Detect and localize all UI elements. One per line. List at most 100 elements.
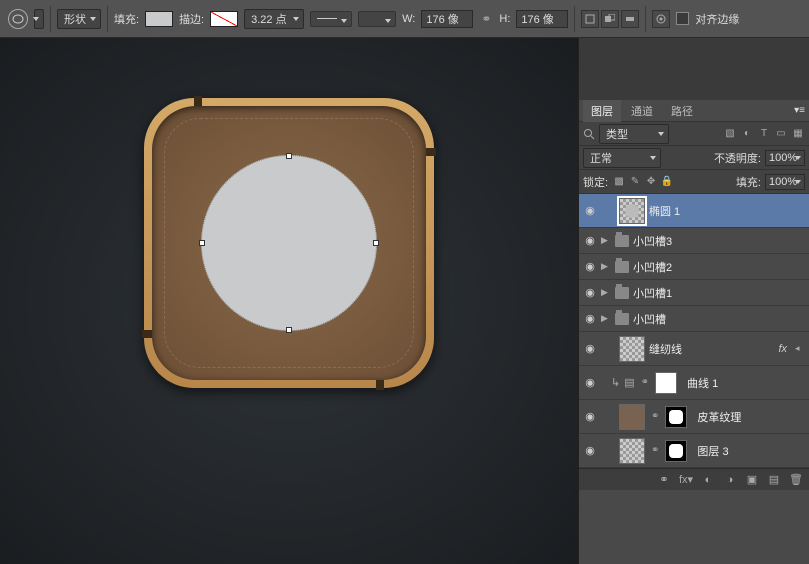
layer-row[interactable]: ◉ ↳ ▤ ⚭ 曲线 1: [579, 366, 809, 400]
mask-icon[interactable]: ◐: [701, 473, 715, 487]
gear-icon[interactable]: [652, 10, 670, 28]
adjust-icon: ▤: [624, 376, 634, 389]
align-edges-label: 对齐边缘: [695, 11, 739, 27]
layer-row[interactable]: ◉ 椭圆 1: [579, 194, 809, 228]
twirl-icon[interactable]: ▶: [601, 235, 611, 246]
stroke-style-dropdown[interactable]: [310, 11, 352, 27]
lock-pixels-icon[interactable]: ✎: [628, 175, 642, 189]
layer-row[interactable]: ◉ 缝纫线 fx ◂: [579, 332, 809, 366]
link-layers-icon[interactable]: ⚭: [657, 473, 671, 487]
visibility-icon[interactable]: ◉: [583, 376, 597, 390]
layer-list: ◉ 椭圆 1 ◉ ▶ 小凹槽3 ◉ ▶ 小凹槽2 ◉ ▶ 小凹槽1: [579, 194, 809, 468]
twirl-icon[interactable]: ◂: [795, 343, 805, 354]
stroke-weight-dropdown[interactable]: 3.22 点: [244, 9, 304, 29]
filter-shape-icon[interactable]: ▭: [774, 127, 788, 141]
stroke-swatch-none[interactable]: [210, 11, 238, 27]
ellipse-tool-icon[interactable]: [8, 9, 28, 29]
tool-arrow-icon[interactable]: [34, 9, 44, 29]
path-operations: [581, 10, 639, 28]
lock-transparency-icon[interactable]: ▩: [612, 175, 626, 189]
canvas[interactable]: [0, 38, 579, 564]
stroke-weight-value: 3.22 点: [251, 11, 286, 27]
options-bar: 形状 填充: 描边: 3.22 点 W: ⚭ H: 对齐边缘: [0, 0, 809, 38]
mask-thumb[interactable]: [655, 372, 677, 394]
tab-layers[interactable]: 图层: [583, 100, 621, 122]
layer-row[interactable]: ◉ ▶ 小凹槽1: [579, 280, 809, 306]
tool-mode-dropdown[interactable]: 形状: [57, 9, 101, 29]
filter-pixel-icon[interactable]: ▧: [723, 127, 737, 141]
group-icon[interactable]: ▣: [745, 473, 759, 487]
mask-thumb[interactable]: [665, 440, 687, 462]
filter-smart-icon[interactable]: ▦: [791, 127, 805, 141]
width-input[interactable]: [421, 10, 473, 28]
blend-mode-dropdown[interactable]: 正常: [583, 148, 661, 168]
folder-icon: [615, 287, 629, 299]
panel-tabs: 图层 通道 路径 ▾≡: [579, 100, 809, 122]
search-icon: [583, 128, 595, 140]
path-arrange-button[interactable]: [621, 10, 639, 28]
link-icon: ⚭: [651, 411, 659, 422]
stroke-caps-dropdown[interactable]: [358, 11, 396, 27]
lock-label: 锁定:: [583, 174, 608, 190]
fill-opacity-input[interactable]: 100%: [765, 174, 805, 190]
layer-row[interactable]: ◉ ▶ 小凹槽2: [579, 254, 809, 280]
lock-position-icon[interactable]: ✥: [644, 175, 658, 189]
link-icon: ⚭: [641, 377, 649, 388]
twirl-icon[interactable]: ▶: [601, 287, 611, 298]
layers-panel: 图层 通道 路径 ▾≡ 类型 ▧ ◐ T ▭ ▦ 正常 不透明度: 100% 锁…: [579, 38, 809, 564]
artwork-icon: [144, 98, 434, 388]
layer-row[interactable]: ◉ ⚭ 图层 3: [579, 434, 809, 468]
layer-row[interactable]: ◉ ▶ 小凹槽: [579, 306, 809, 332]
layer-filter-row: 类型 ▧ ◐ T ▭ ▦: [579, 122, 809, 146]
width-label: W:: [402, 13, 415, 25]
visibility-icon[interactable]: ◉: [583, 410, 597, 424]
adjustment-icon[interactable]: ◑: [723, 473, 737, 487]
visibility-icon[interactable]: ◉: [583, 444, 597, 458]
layer-row[interactable]: ◉ ⚭ 皮革纹理: [579, 400, 809, 434]
lock-row: 锁定: ▩ ✎ ✥ 🔒 填充: 100%: [579, 170, 809, 194]
mask-thumb[interactable]: [665, 406, 687, 428]
height-input[interactable]: [516, 10, 568, 28]
opacity-value: 100%: [769, 152, 797, 164]
link-wh-icon[interactable]: ⚭: [479, 12, 493, 26]
visibility-icon[interactable]: ◉: [583, 260, 597, 274]
layer-name: 椭圆 1: [649, 203, 805, 219]
path-align-button[interactable]: [601, 10, 619, 28]
visibility-icon[interactable]: ◉: [583, 342, 597, 356]
filter-type-label: 类型: [606, 126, 628, 142]
clip-icon: ↳: [611, 376, 620, 389]
align-edges-checkbox[interactable]: [676, 12, 689, 25]
path-combine-button[interactable]: [581, 10, 599, 28]
fill-swatch[interactable]: [145, 11, 173, 27]
layer-name: 小凹槽2: [633, 259, 805, 275]
fx-icon[interactable]: fx▾: [679, 473, 693, 487]
trash-icon[interactable]: 🗑: [789, 473, 803, 487]
visibility-icon[interactable]: ◉: [583, 234, 597, 248]
height-label: H:: [499, 13, 510, 25]
lock-all-icon[interactable]: 🔒: [660, 175, 674, 189]
layer-thumb[interactable]: [619, 198, 645, 224]
visibility-icon[interactable]: ◉: [583, 312, 597, 326]
layer-thumb[interactable]: [619, 336, 645, 362]
layer-row[interactable]: ◉ ▶ 小凹槽3: [579, 228, 809, 254]
tab-paths[interactable]: 路径: [663, 100, 701, 122]
panel-menu-icon[interactable]: ▾≡: [794, 105, 805, 116]
twirl-icon[interactable]: ▶: [601, 313, 611, 324]
folder-icon: [615, 313, 629, 325]
filter-adjust-icon[interactable]: ◐: [740, 127, 754, 141]
new-layer-icon[interactable]: ▤: [767, 473, 781, 487]
twirl-icon[interactable]: ▶: [601, 261, 611, 272]
layer-thumb[interactable]: [619, 438, 645, 464]
filter-type-dropdown[interactable]: 类型: [599, 124, 669, 144]
layer-thumb[interactable]: [619, 404, 645, 430]
layer-name: 曲线 1: [687, 375, 805, 391]
fx-badge[interactable]: fx: [778, 343, 787, 355]
opacity-input[interactable]: 100%: [765, 150, 805, 166]
folder-icon: [615, 235, 629, 247]
visibility-icon[interactable]: ◉: [583, 204, 597, 218]
fill-opacity-value: 100%: [769, 176, 797, 188]
visibility-icon[interactable]: ◉: [583, 286, 597, 300]
tab-channels[interactable]: 通道: [623, 100, 661, 122]
ellipse-shape[interactable]: [201, 155, 377, 331]
filter-type-icon[interactable]: T: [757, 127, 771, 141]
